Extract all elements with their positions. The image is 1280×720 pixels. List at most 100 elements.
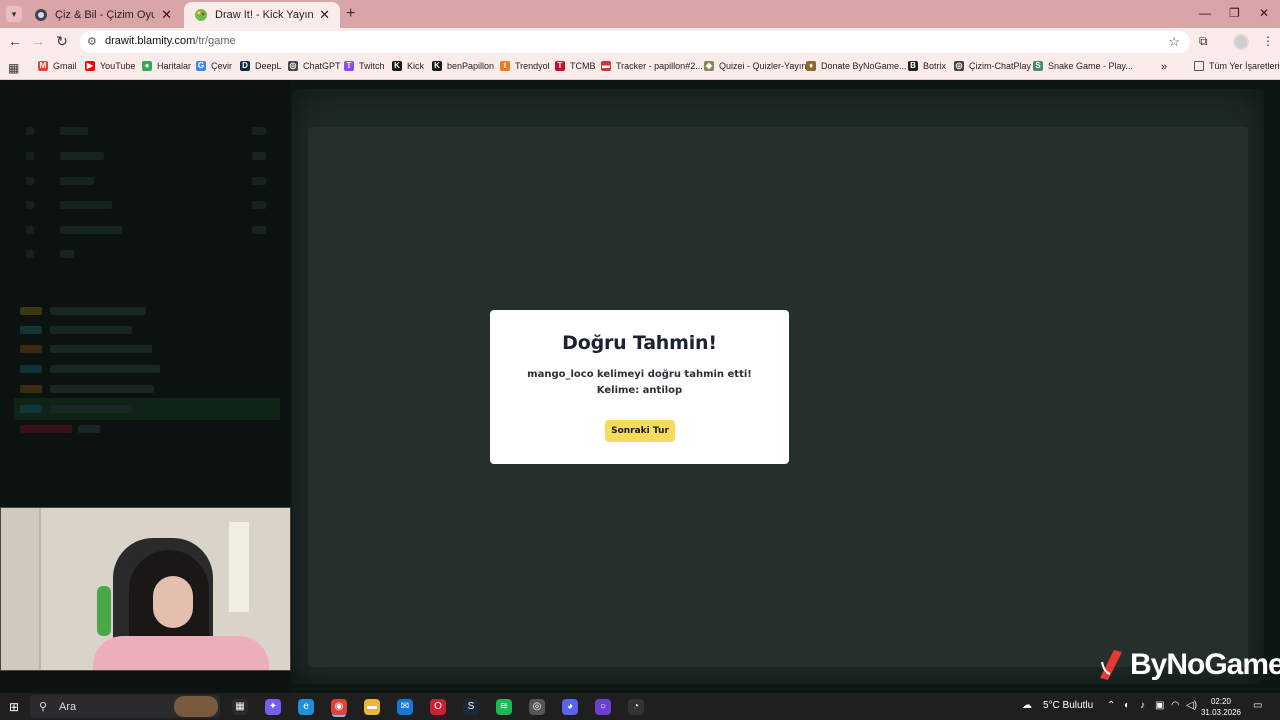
weather-text[interactable]: 5°C Bulutlu — [1043, 700, 1093, 711]
bookmark-gmail[interactable]: M Gmail — [38, 61, 77, 71]
trendyol-icon: t — [500, 61, 510, 71]
clock-time: 02:20 — [1210, 697, 1232, 706]
close-tab-icon[interactable]: ✕ — [319, 7, 330, 23]
bookmarks-more-icon[interactable]: » — [1161, 61, 1167, 73]
tab-title: Çiz & Bil - Çizim Oyunu — [55, 9, 156, 21]
bookmark-label: benPapillon — [447, 61, 495, 71]
bookmark-trendyol[interactable]: t Trendyol — [500, 61, 550, 71]
file-explorer-icon[interactable]: ▬ — [364, 699, 380, 715]
bookmark-benpapillon[interactable]: KbenPapillon — [432, 61, 494, 71]
bookmark-tcmb[interactable]: T TCMB — [555, 61, 596, 71]
spotify-icon[interactable]: ≋ — [496, 699, 512, 715]
tab-search-button[interactable]: ▾ — [6, 6, 22, 22]
close-tab-icon[interactable]: ✕ — [161, 7, 172, 23]
tab-draw-it[interactable]: Draw It! - Kick Yayınları İçin Çizim ✕ — [184, 2, 340, 28]
bookmarks-bar: ▦ M Gmail ▶ YouTube ● Haritalar G Çevir D DeepL ◎ C… — [0, 56, 1280, 80]
bynogame-icon: ♦ — [806, 61, 816, 71]
wifi-icon[interactable]: ◠ — [1171, 700, 1180, 711]
bookmark-label: Twitch — [359, 61, 385, 71]
network-app-icon[interactable]: ◐ — [1124, 700, 1130, 711]
microphone-icon[interactable]: ♪ — [1140, 700, 1145, 711]
snake-icon: S — [1033, 61, 1043, 71]
bookmark-label: YouTube — [100, 61, 136, 71]
bookmark-çizim-chatplay[interactable]: ◎ Çizim-ChatPlay — [954, 61, 1031, 71]
camera-icon[interactable]: ▣ — [1155, 700, 1164, 711]
extensions-icon[interactable]: ⧉ — [1199, 34, 1208, 49]
bookmark-label: Kick — [407, 61, 425, 71]
bookmark-quizei-quizler-yayın[interactable]: ◆ Quizei - Quizler-Yayın — [704, 61, 806, 71]
brand-label: ByNoGame — [1130, 648, 1280, 681]
bookmark-youtube[interactable]: ▶ YouTube — [85, 61, 135, 71]
leaderboard-row — [26, 175, 266, 187]
weather-icon[interactable]: ☁ — [1022, 700, 1032, 711]
leaderboard-row — [26, 199, 266, 211]
taskbar-search[interactable]: ⚲ Ara — [30, 695, 220, 718]
tab-ciz-bil[interactable]: Çiz & Bil - Çizim Oyunu ✕ — [24, 2, 182, 28]
bookmark-star-icon[interactable]: ☆ — [1168, 34, 1180, 50]
apps-grid-icon[interactable]: ▦ — [8, 61, 19, 75]
bookmark-label: Botrix — [923, 61, 947, 71]
obs-icon[interactable]: ○ — [595, 699, 611, 715]
tab-title: Draw It! - Kick Yayınları İçin Çizim — [215, 9, 314, 21]
minimize-button[interactable]: — — [1199, 6, 1211, 20]
bookmark-tracker-papillon-2[interactable]: ▬ Tracker - papillon#2... — [601, 61, 703, 71]
next-round-button[interactable]: Sonraki Tur — [605, 420, 675, 442]
bookmark-label: Snake Game - Play... — [1048, 61, 1133, 71]
edge-icon[interactable]: e — [298, 699, 314, 715]
bookmark-donate-bynogame[interactable]: ♦ Donate ByNoGame... — [806, 61, 907, 71]
bookmark-botrix[interactable]: B Botrix — [908, 61, 946, 71]
kick-icon: K — [392, 61, 402, 71]
mail-icon[interactable]: ✉ — [397, 699, 413, 715]
task-view-icon[interactable]: ▦ — [232, 699, 248, 715]
leaderboard-row — [26, 248, 266, 260]
bookmark-çevir[interactable]: G Çevir — [196, 61, 232, 71]
browser-icon[interactable]: ◎ — [529, 699, 545, 715]
menu-icon[interactable]: ⋮ — [1262, 34, 1274, 48]
site-info-icon[interactable]: ⚙ — [87, 35, 97, 48]
back-arrow-icon[interactable]: ← — [6, 33, 24, 49]
bookmark-chatgpt[interactable]: ◎ ChatGPT — [288, 61, 341, 71]
bookmark-label: Tracker - papillon#2... — [616, 61, 703, 71]
bookmark-kick[interactable]: K Kick — [392, 61, 424, 71]
bookmark-label: Donate ByNoGame... — [821, 61, 907, 71]
bookmark-label: Çizim-ChatPlay — [969, 61, 1032, 71]
folder-icon — [1194, 61, 1204, 71]
bynogame-mark-icon — [1100, 650, 1122, 680]
app-icon[interactable]: ◔ — [628, 699, 644, 715]
webcam-overlay — [0, 507, 291, 671]
address-bar[interactable]: ⚙ drawit.blamity.com/tr/game ☆ — [80, 31, 1190, 53]
quizei-icon: ◆ — [704, 61, 714, 71]
new-tab-button[interactable]: + — [346, 5, 355, 23]
steam-icon[interactable]: S — [463, 699, 479, 715]
copilot-icon[interactable]: ✦ — [265, 699, 281, 715]
bookmark-label: DeepL — [255, 61, 282, 71]
all-bookmarks-label: Tüm Yer İşaretleri — [1209, 61, 1280, 71]
bookmark-deepl[interactable]: D DeepL — [240, 61, 282, 71]
bookmark-twitch[interactable]: T Twitch — [344, 61, 385, 71]
modal-message: mango_loco kelimeyi doğru tahmin etti! K… — [527, 369, 752, 396]
search-placeholder: Ara — [59, 701, 77, 713]
reload-icon[interactable]: ↻ — [53, 33, 71, 50]
bynogame-logo: ByNoGame — [1098, 648, 1280, 682]
profile-avatar[interactable] — [1233, 34, 1249, 50]
palette-icon — [195, 9, 207, 21]
chrome-icon[interactable]: ◉ — [331, 699, 347, 715]
forward-arrow-icon[interactable]: → — [29, 33, 47, 49]
all-bookmarks-folder[interactable]: Tüm Yer İşaretleri — [1194, 61, 1280, 71]
bookmark-label: Haritalar — [157, 61, 192, 71]
bookmark-haritalar[interactable]: ● Haritalar — [142, 61, 191, 71]
restore-button[interactable]: ❐ — [1229, 6, 1240, 20]
bookmark-label: Çevir — [211, 61, 233, 71]
chevron-up-icon[interactable]: ⌃ — [1107, 700, 1115, 711]
windows-start-icon[interactable]: ⊞ — [9, 700, 19, 714]
system-clock[interactable]: 02:20 31.03.2026 — [1196, 696, 1246, 718]
discord-icon[interactable]: ◕ — [562, 699, 578, 715]
opera-icon[interactable]: O — [430, 699, 446, 715]
close-window-button[interactable]: ✕ — [1259, 6, 1269, 20]
clock-date: 31.03.2026 — [1200, 708, 1242, 717]
url-host: drawit.blamity.com — [105, 35, 196, 47]
notifications-icon[interactable]: ▭ — [1253, 700, 1262, 711]
bookmark-snake-game-play[interactable]: S Snake Game - Play... — [1033, 61, 1133, 71]
leaderboard-row — [26, 150, 266, 162]
botrix-icon: B — [908, 61, 918, 71]
